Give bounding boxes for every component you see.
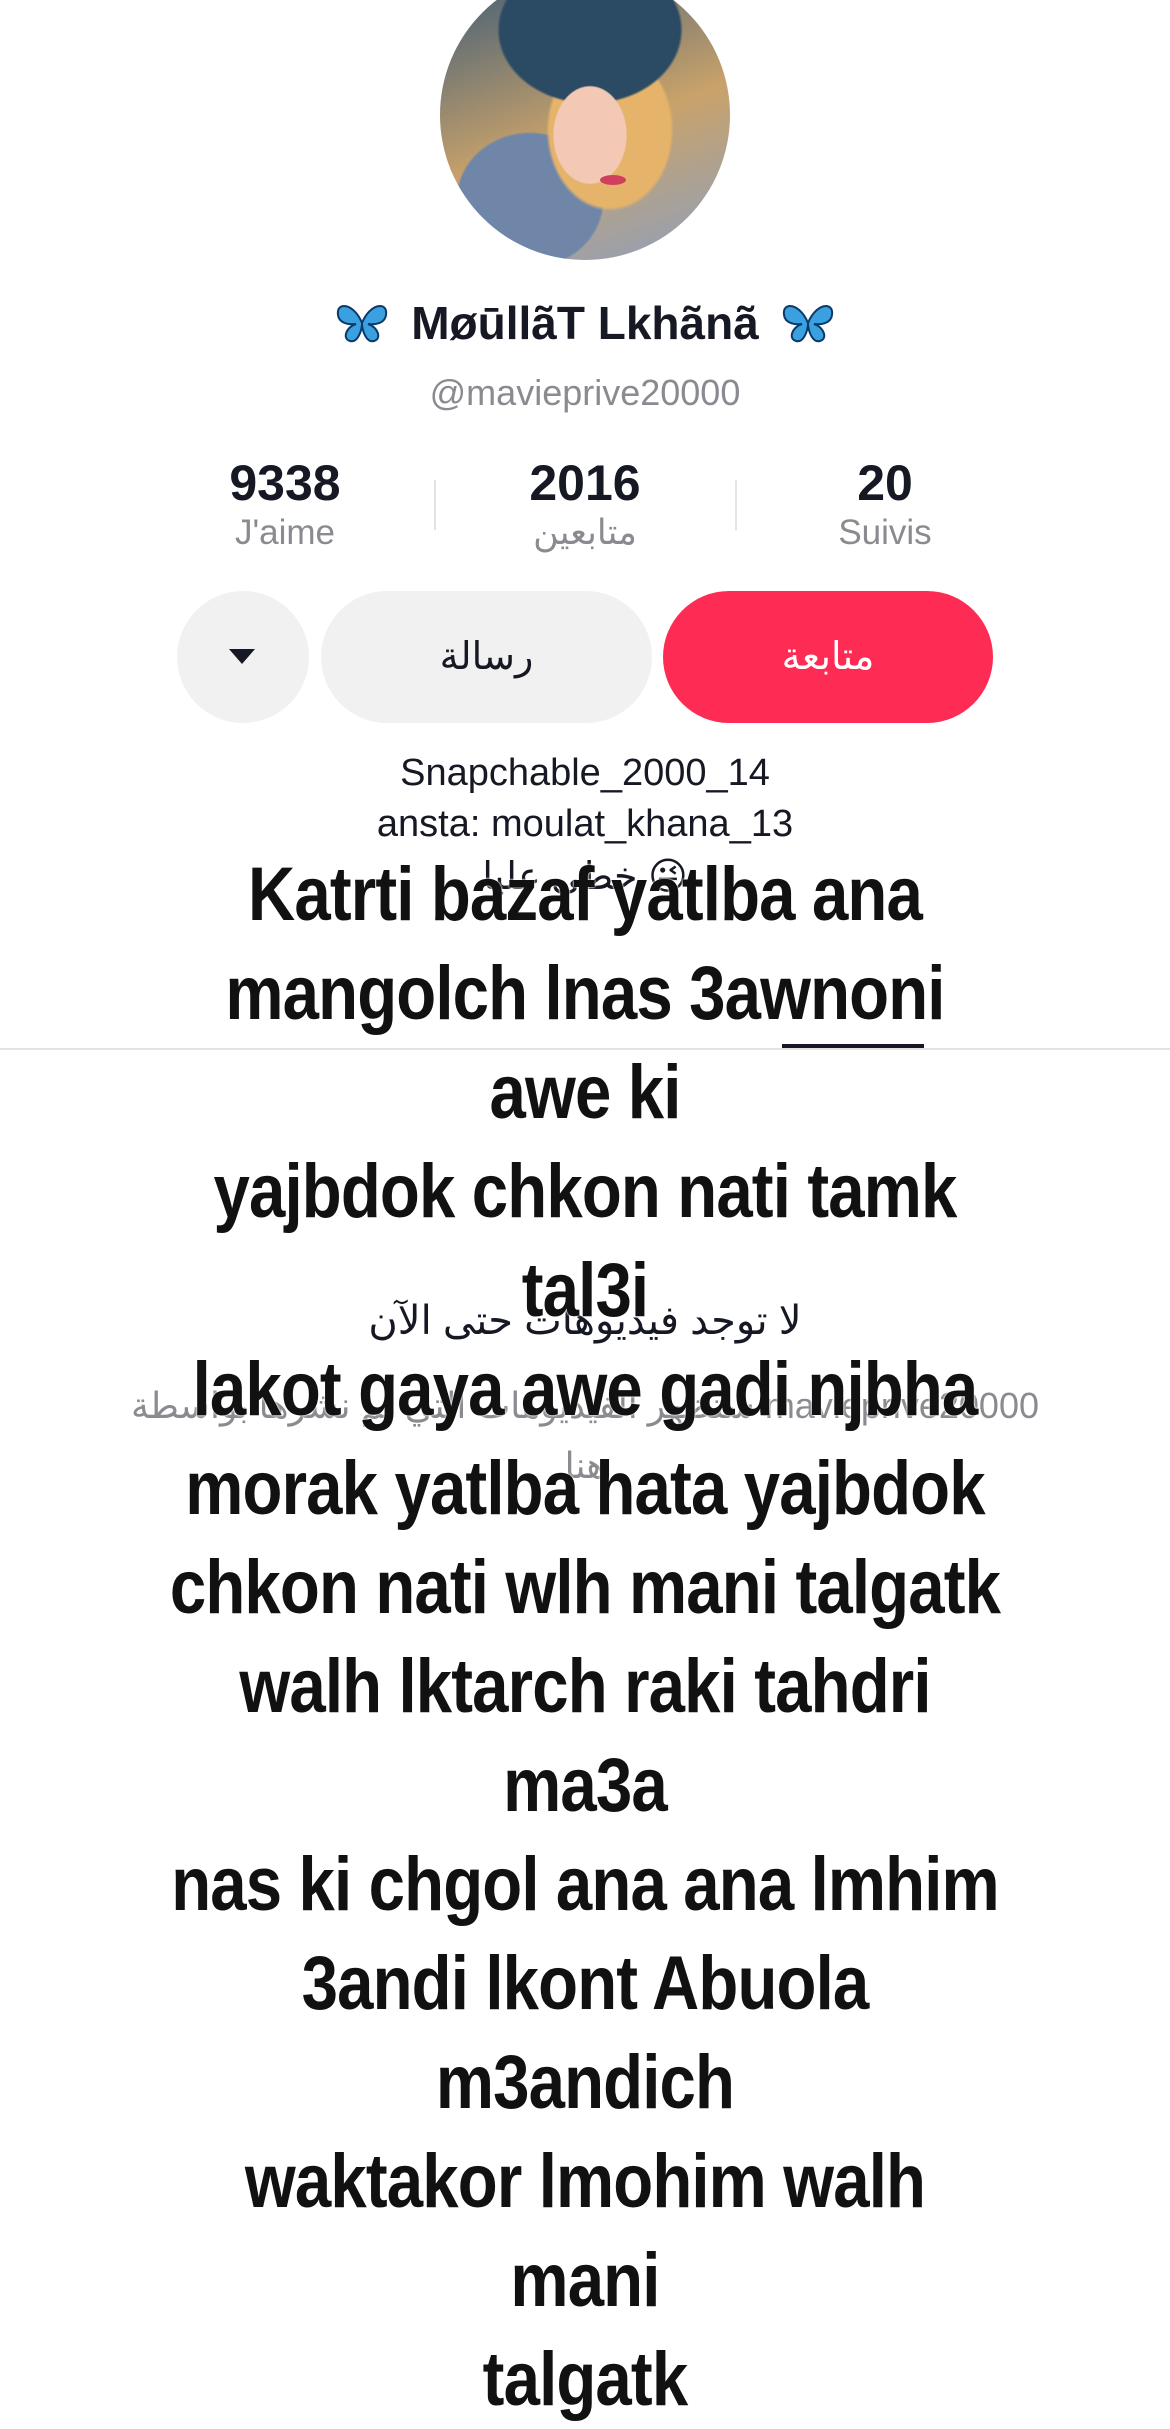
triangle-down-icon xyxy=(229,649,255,664)
caption-line: nas ki chgol ana ana lmhim xyxy=(171,1842,999,1927)
caption-line: lakot gaya awe gadi njbha xyxy=(192,1347,979,1432)
bio-line: Snapchable_2000_14 xyxy=(400,752,770,794)
avatar[interactable] xyxy=(440,0,730,260)
message-button[interactable]: رسالة xyxy=(321,591,652,723)
followers-label: متابعين xyxy=(533,513,637,552)
caption-line: walh lktarch raki tahdri ma3a xyxy=(239,1644,931,1828)
butterfly-icon xyxy=(782,304,833,343)
caption-line: talgatk xyxy=(482,2337,689,2422)
likes-label: J'aime xyxy=(234,513,336,552)
display-name: MøūllãT Lkhãnã xyxy=(411,297,759,349)
caption-line: waktakor lmohim walh mani xyxy=(244,2139,926,2323)
caption-line: 3andi lkont Abuola m3andich xyxy=(301,1941,870,2125)
followers-count: 2016 xyxy=(529,455,641,511)
caption-line: chkon nati wlh mani talgatk xyxy=(169,1545,1001,1630)
caption-line: Katrti bazaf yatlba ana xyxy=(248,852,923,937)
avatar-detail xyxy=(600,175,626,185)
butterfly-icon xyxy=(337,304,388,343)
caption-line: yajbdok chkon nati tamk tal3i xyxy=(213,1149,958,1333)
bio-line: ansta: moulat_khana_13 xyxy=(376,803,794,845)
more-options-button[interactable] xyxy=(177,591,309,723)
display-name-row: MøūllãT Lkhãnã xyxy=(0,296,1170,350)
caption-line: morak yatlba hata yajbdok xyxy=(185,1446,985,1531)
likes-count: 9338 xyxy=(229,455,341,511)
following-label: Suivis xyxy=(838,513,932,552)
overlay-caption: Katrti bazaf yatlba ana mangolch lnas 3a… xyxy=(164,845,1007,2429)
stat-followers[interactable]: 2016 متابعين xyxy=(435,455,735,555)
follow-button[interactable]: متابعة xyxy=(663,591,993,723)
stat-likes: 9338 J'aime xyxy=(135,455,435,555)
stat-following[interactable]: 20 Suivis xyxy=(735,455,1035,555)
username-handle: @mavieprive20000 xyxy=(429,372,741,413)
caption-line: mangolch lnas 3awnoni awe ki xyxy=(225,951,945,1135)
following-count: 20 xyxy=(857,455,913,511)
